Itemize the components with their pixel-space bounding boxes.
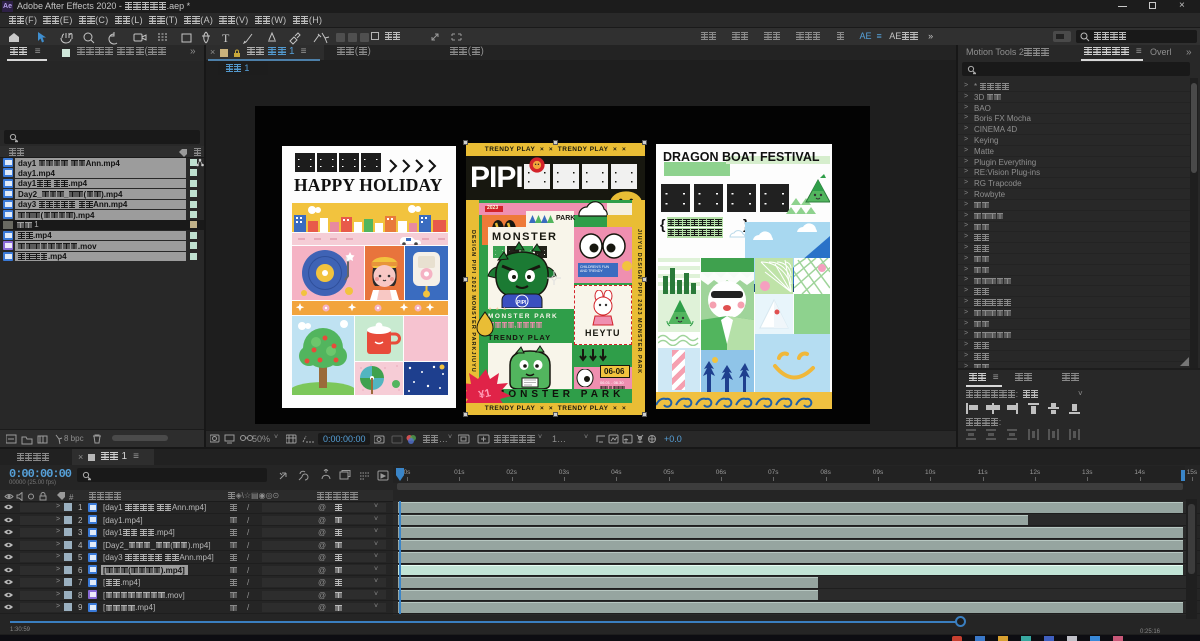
svg-text:¥1: ¥1 [478, 387, 492, 401]
svg-text:T: T [222, 31, 230, 45]
svg-text:#: # [69, 493, 74, 501]
svg-text:PIPI: PIPI [517, 300, 527, 306]
